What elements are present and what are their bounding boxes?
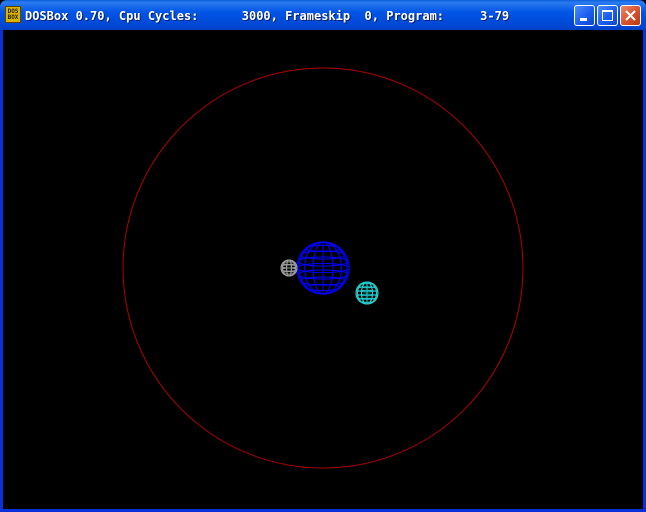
close-icon [625, 10, 636, 21]
blue-wireframe-planet [296, 241, 350, 295]
icon-text-box: BOX [7, 13, 19, 21]
cyan-wireframe-moon [355, 281, 379, 305]
window-title: DOSBox 0.70, Cpu Cycles: 3000, Frameskip… [25, 9, 510, 23]
dosbox-window: DOS BOX DOSBox 0.70, Cpu Cycles: 3000, F… [0, 0, 646, 512]
title-bar[interactable]: DOS BOX DOSBox 0.70, Cpu Cycles: 3000, F… [0, 0, 646, 30]
minimize-button[interactable] [574, 5, 595, 26]
dos-screen[interactable] [3, 30, 643, 509]
gray-wireframe-moon [280, 259, 298, 277]
close-button[interactable] [620, 5, 641, 26]
dosbox-icon[interactable]: DOS BOX [5, 6, 21, 23]
solar-system-scene [122, 67, 524, 469]
maximize-icon [602, 10, 613, 21]
sphere-latitude [280, 267, 298, 272]
maximize-button[interactable] [597, 5, 618, 26]
sphere-latitude [280, 264, 298, 269]
minimize-icon [580, 18, 587, 21]
